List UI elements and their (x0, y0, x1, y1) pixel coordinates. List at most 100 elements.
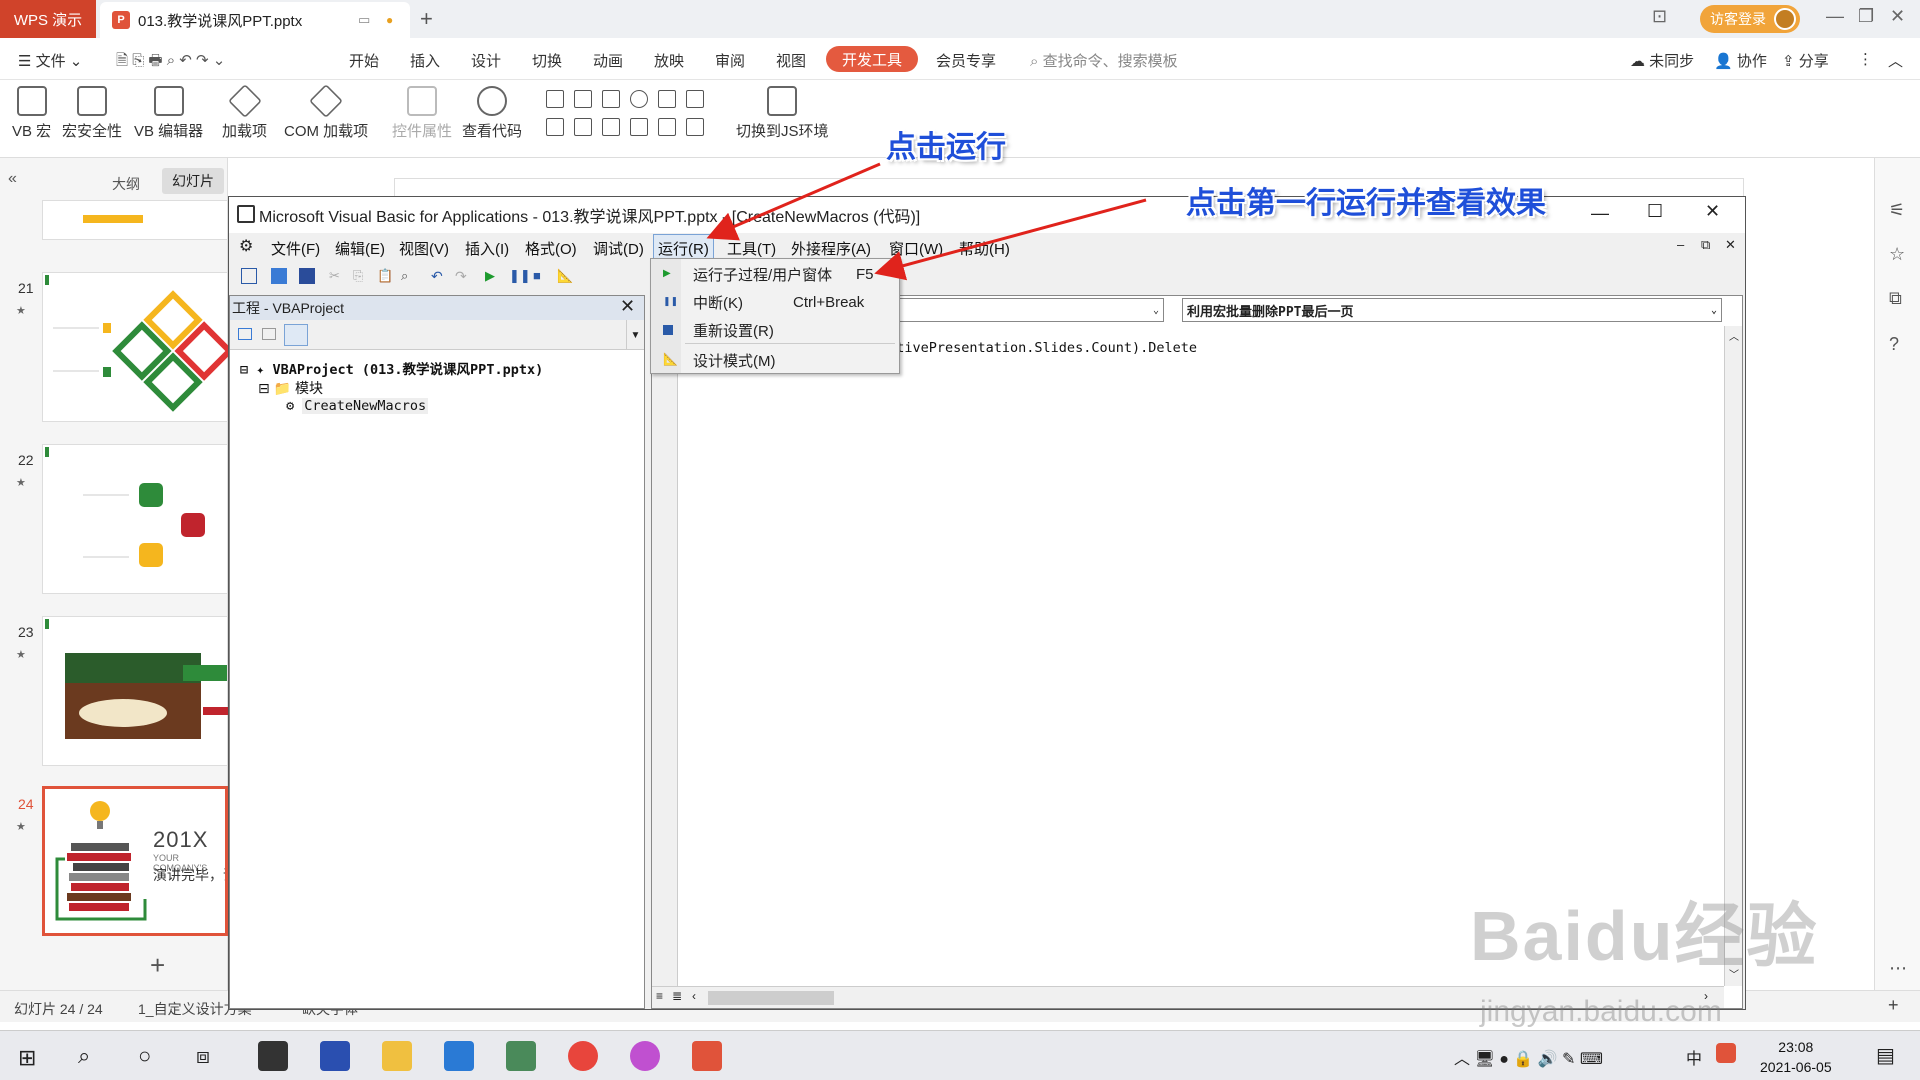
view-object-tb-icon[interactable] (262, 328, 276, 340)
vba-minimize-button[interactable]: — (1591, 203, 1609, 224)
tab-review[interactable]: 审阅 (715, 50, 745, 71)
settings-sliders-icon[interactable]: ⚟ (1889, 200, 1905, 221)
insert-userform-icon[interactable] (271, 268, 287, 284)
collapse-panel-icon[interactable]: « (8, 170, 17, 188)
tree-project-root[interactable]: ⊟ ✦ VBAProject (013.教学说课风PPT.pptx) (240, 358, 543, 378)
reset-item[interactable]: 重新设置(R) (651, 317, 899, 343)
tree-module-item[interactable]: ⚙ CreateNewMacros (286, 398, 429, 414)
vba-close-button[interactable]: ✕ (1705, 201, 1720, 222)
share-icon[interactable]: ⧉ (1889, 288, 1902, 309)
vba-menu-help[interactable]: 帮助(H) (959, 238, 1010, 259)
copy-icon[interactable]: ⎘ (353, 268, 369, 284)
vba-menu-window[interactable]: 窗口(W) (889, 238, 943, 259)
image-control-icon[interactable] (658, 118, 676, 136)
save-icon[interactable] (299, 268, 315, 284)
calculator-icon[interactable] (506, 1041, 536, 1071)
tab-slideshow[interactable]: 放映 (654, 50, 684, 71)
procedure-view-icon[interactable]: ≡ (656, 989, 663, 1003)
tab-slides[interactable]: 幻灯片 (162, 168, 224, 194)
quick-access-icons[interactable]: 🗎 ⎘ 🖶 ⌕ ↶ ↷ ⌄ (116, 50, 225, 75)
search-icon[interactable]: ⌕ (78, 1043, 90, 1069)
save-app-icon[interactable] (320, 1041, 350, 1071)
project-dropdown-icon[interactable]: ▼ (626, 320, 644, 350)
hscroll-thumb[interactable] (708, 991, 834, 1005)
macro-security-button[interactable]: 宏安全性 (62, 86, 122, 141)
scrollbar-control-icon[interactable] (602, 118, 620, 136)
design-mode-icon[interactable]: 📐 (557, 268, 573, 284)
windows-start-icon[interactable]: ⊞ (18, 1045, 36, 1071)
new-tab-button[interactable]: + (420, 6, 433, 32)
checkbox-control-icon[interactable] (546, 90, 564, 108)
scroll-up-icon[interactable]: ︿ (1729, 328, 1739, 343)
cut-icon[interactable]: ✂ (329, 268, 345, 284)
full-module-view-icon[interactable]: ≣ (672, 989, 682, 1003)
minimize-button[interactable]: — (1826, 6, 1844, 27)
vb-editor-button[interactable]: VB 编辑器 (134, 86, 203, 141)
command-search[interactable]: ⌕ 查找命令、搜索模板 (1030, 50, 1178, 71)
reset-icon[interactable]: ■ (533, 268, 549, 284)
window-layout-icon[interactable]: ⊡ (1652, 6, 1667, 27)
zoom-in-icon[interactable]: + (1888, 995, 1899, 1016)
close-button[interactable]: ✕ (1890, 6, 1905, 27)
collapse-ribbon-icon[interactable]: ︿ (1888, 50, 1903, 71)
vb-macro-button[interactable]: VB 宏 (12, 86, 51, 141)
tray-icons[interactable]: ︿ 🖥 ● 🔒 🔊 ✎ ⌨ (1454, 1045, 1603, 1069)
tree-modules-folder[interactable]: ⊟ 📁 模块 (258, 378, 323, 398)
view-host-icon[interactable] (241, 268, 257, 284)
tab-animation[interactable]: 动画 (593, 50, 623, 71)
vba-menu-file[interactable]: 文件(F) (271, 238, 320, 259)
view-code-tb-icon[interactable] (238, 328, 252, 340)
tab-insert[interactable]: 插入 (410, 50, 440, 71)
notification-icon[interactable]: ▤ (1876, 1043, 1895, 1068)
toggle-control-icon[interactable] (546, 118, 564, 136)
toggle-folders-tb-icon[interactable] (284, 324, 308, 346)
tab-home[interactable]: 开始 (349, 50, 379, 71)
tab-design[interactable]: 设计 (471, 50, 501, 71)
cortana-icon[interactable]: ○ (138, 1043, 151, 1069)
procedure-combo[interactable]: 利用宏批量删除PPT最后一页 ⌄ (1182, 298, 1722, 322)
vba-maximize-button[interactable]: ☐ (1647, 201, 1663, 222)
guest-login-button[interactable]: 访客登录 (1700, 5, 1800, 33)
break-item[interactable]: ❚❚ 中断(K) Ctrl+Break (651, 289, 899, 315)
chrome-icon[interactable] (568, 1041, 598, 1071)
ime-indicator[interactable]: 中 (1686, 1045, 1702, 1069)
slide-thumb-21[interactable] (42, 272, 229, 422)
colorful-app-icon[interactable] (630, 1041, 660, 1071)
slide-thumb-24-selected[interactable]: 201X YOUR COMOANY'S 演讲完毕，谢 (42, 786, 228, 936)
run-icon[interactable]: ▶ (485, 268, 501, 284)
spin-control-icon[interactable] (574, 118, 592, 136)
undo-icon[interactable]: ↶ (431, 268, 447, 284)
more-icon[interactable]: ⋮ (1858, 50, 1873, 68)
design-mode-item[interactable]: 📐 设计模式(M) (651, 347, 899, 373)
child-restore-icon[interactable]: ⧉ (1701, 237, 1710, 253)
child-close-icon[interactable]: ✕ (1725, 237, 1736, 253)
vba-menu-debug[interactable]: 调试(D) (593, 238, 644, 259)
more-horizontal-icon[interactable]: ⋯ (1889, 958, 1907, 979)
file-menu[interactable]: ☰ 文件 ⌄ (18, 50, 82, 71)
control-props-button[interactable]: 控件属性 (392, 86, 452, 141)
wps-brand-tab[interactable]: WPS 演示 (0, 0, 96, 38)
redo-icon[interactable]: ↷ (455, 268, 471, 284)
project-close-icon[interactable]: ✕ (620, 296, 635, 317)
tab-member[interactable]: 会员专享 (936, 50, 996, 71)
find-icon[interactable]: ⌕ (401, 268, 417, 284)
run-sub-userform-item[interactable]: ▶ 运行子过程/用户窗体 F5 (651, 261, 899, 287)
slide-thumb-22[interactable] (42, 444, 228, 594)
file-explorer-icon[interactable] (382, 1041, 412, 1071)
combobox-control-icon[interactable] (686, 90, 704, 108)
tab-outline[interactable]: 大纲 (112, 174, 140, 194)
share-button[interactable]: ⇪ 分享 (1782, 50, 1829, 71)
js-env-button[interactable]: 切换到JS环境 (736, 86, 829, 141)
help-icon[interactable]: ? (1889, 334, 1899, 355)
collab-button[interactable]: 👤 协作 (1714, 50, 1767, 71)
document-tab[interactable]: P 013.教学说课风PPT.pptx ▭ ● (100, 2, 410, 38)
textbox-control-icon[interactable] (574, 90, 592, 108)
radio-control-icon[interactable] (630, 90, 648, 108)
add-slide-button[interactable]: + (150, 950, 165, 981)
break-icon[interactable]: ❚❚ (509, 268, 531, 284)
vba-menu-view[interactable]: 视图(V) (399, 238, 449, 259)
scroll-left-icon[interactable]: ‹ (692, 989, 696, 1003)
vba-menu-tools[interactable]: 工具(T) (727, 238, 776, 259)
label-control-icon[interactable] (630, 118, 648, 136)
system-clock[interactable]: 23:08 2021-06-05 (1760, 1037, 1832, 1077)
